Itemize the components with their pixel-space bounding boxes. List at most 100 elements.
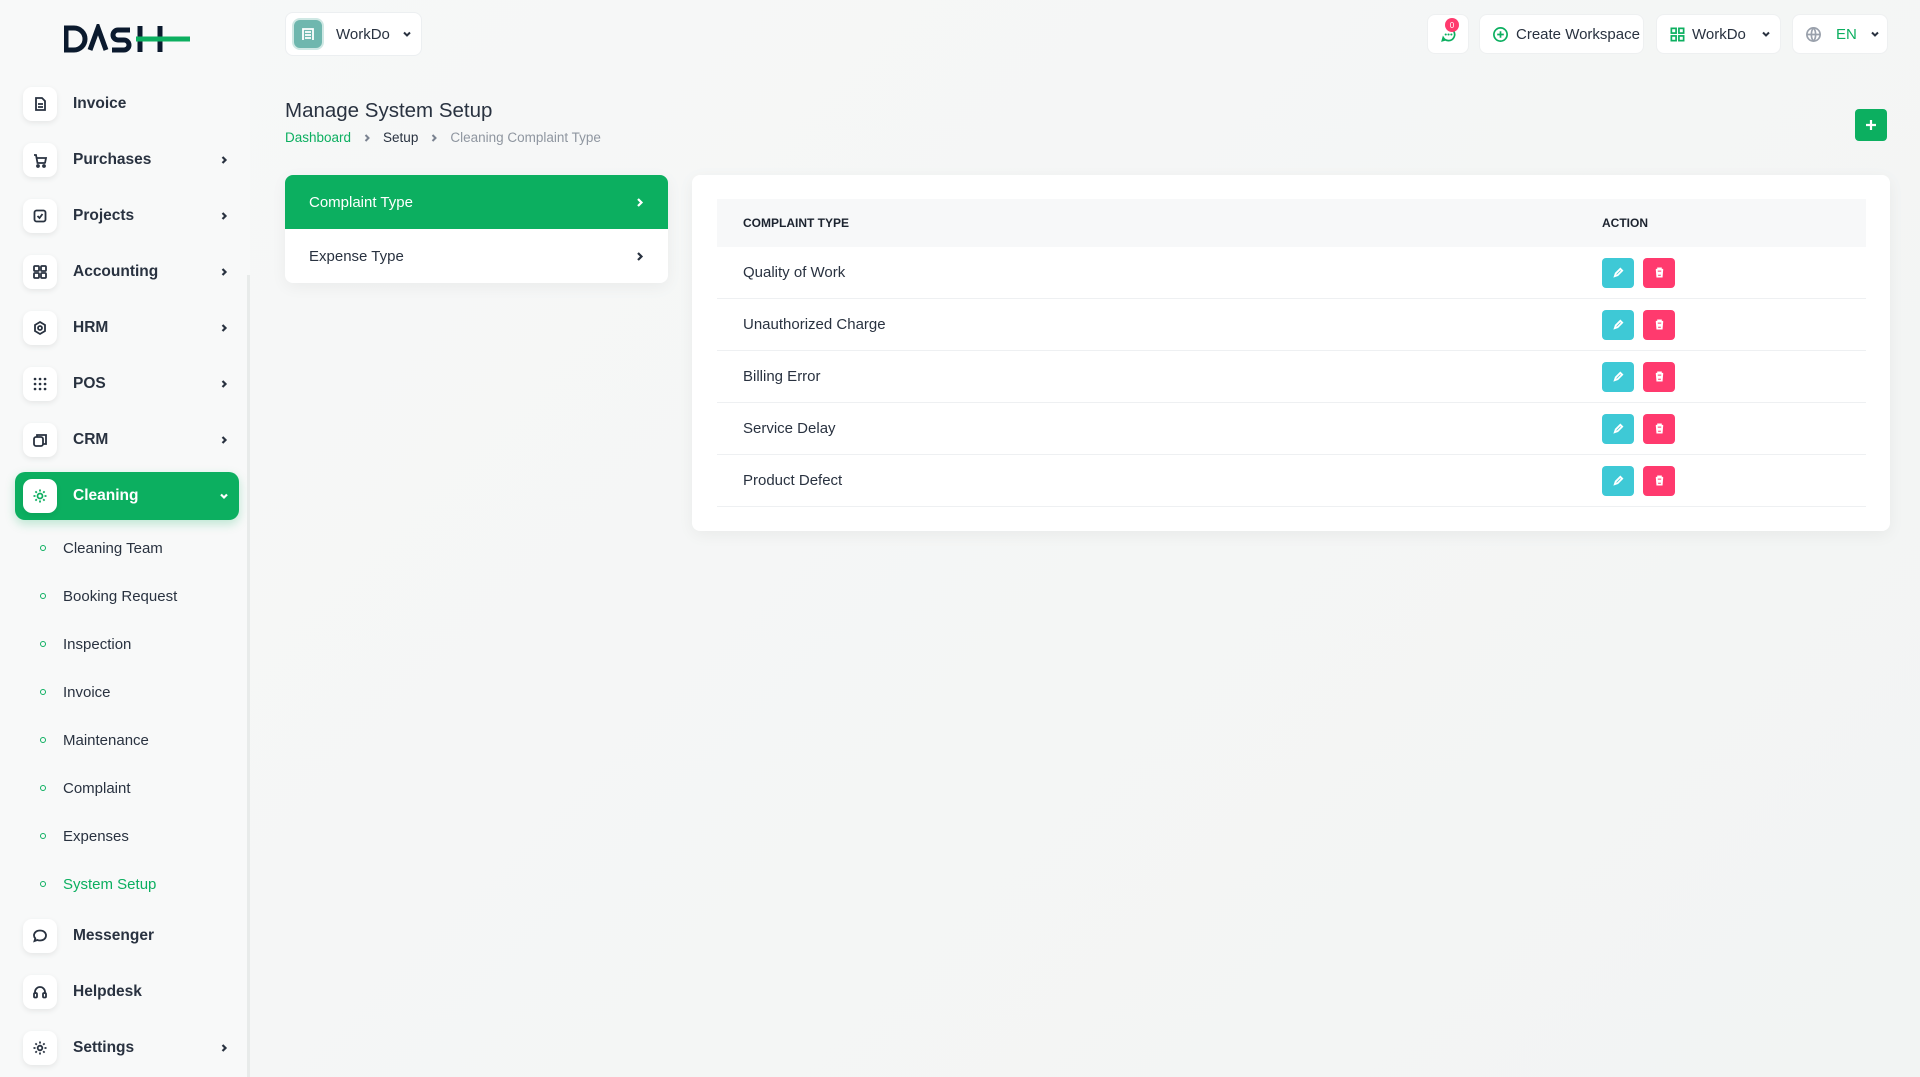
workspace-switcher[interactable]: WorkDo <box>285 12 422 56</box>
dash-logo[interactable] <box>64 24 192 54</box>
sidebar-subitem-inspection[interactable]: Inspection <box>40 629 131 659</box>
sidebar-subitem-complaint[interactable]: Complaint <box>40 773 131 803</box>
sidebar-subitem-maintenance[interactable]: Maintenance <box>40 725 149 755</box>
chevron-right-icon <box>363 133 371 142</box>
plus-icon <box>1866 120 1876 130</box>
table-row: Unauthorized Charge <box>717 299 1866 351</box>
sidebar-item-purchases[interactable]: Purchases <box>15 136 239 184</box>
edit-button[interactable] <box>1602 413 1634 444</box>
sidebar-subitem-invoice[interactable]: Invoice <box>40 677 111 707</box>
add-complaint-type-button[interactable] <box>1855 109 1887 141</box>
setup-item-label: Expense Type <box>309 247 404 265</box>
create-workspace-button[interactable]: Create Workspace <box>1479 14 1644 54</box>
complaint-type-cell: Unauthorized Charge <box>743 316 886 333</box>
workspace-menu-label: WorkDo <box>1692 25 1746 43</box>
setup-item-complaint-type[interactable]: Complaint Type <box>285 175 668 229</box>
delete-button[interactable] <box>1643 309 1675 340</box>
layers-icon <box>23 423 57 457</box>
edit-button[interactable] <box>1602 309 1634 340</box>
delete-button[interactable] <box>1643 465 1675 496</box>
bullet-icon <box>40 593 46 599</box>
create-workspace-label: Create Workspace <box>1516 25 1640 43</box>
table-row: Billing Error <box>717 351 1866 403</box>
sidebar-item-invoice[interactable]: Invoice <box>15 80 239 128</box>
apps-icon <box>1670 27 1685 41</box>
setup-item-expense-type[interactable]: Expense Type <box>285 229 668 283</box>
setup-item-label: Complaint Type <box>309 193 413 211</box>
sidebar-subitem-expenses[interactable]: Expenses <box>40 821 129 851</box>
chevron-right-icon <box>209 154 239 166</box>
breadcrumb-setup: Setup <box>383 130 419 145</box>
edit-button[interactable] <box>1602 257 1634 288</box>
sidebar-item-helpdesk[interactable]: Helpdesk <box>15 968 239 1016</box>
breadcrumb-dashboard[interactable]: Dashboard <box>285 130 351 145</box>
chat-icon <box>23 919 57 953</box>
column-header-action: ACTION <box>1602 216 1648 230</box>
sidebar-item-label: Helpdesk <box>73 983 142 1000</box>
sidebar-subitem-system-setup[interactable]: System Setup <box>40 869 156 899</box>
messages-button[interactable]: 0 <box>1427 14 1469 54</box>
table-row: Quality of Work <box>717 247 1866 299</box>
sidebar-item-pos[interactable]: POS <box>15 360 239 408</box>
sidebar-subitem-booking-request[interactable]: Booking Request <box>40 581 177 611</box>
sidebar-item-projects[interactable]: Projects <box>15 192 239 240</box>
sidebar-item-settings[interactable]: Settings <box>15 1024 239 1072</box>
table-row: Product Defect <box>717 455 1866 507</box>
sidebar-subitem-cleaning-team[interactable]: Cleaning Team <box>40 533 163 563</box>
trash-icon <box>1655 319 1663 330</box>
sidebar-item-label: Cleaning <box>73 487 139 504</box>
sidebar-item-label: Invoice <box>73 95 127 112</box>
sidebar-item-accounting[interactable]: Accounting <box>15 248 239 296</box>
workspace-menu-button[interactable]: WorkDo <box>1656 14 1781 54</box>
breadcrumb-current: Cleaning Complaint Type <box>450 130 601 145</box>
sidebar-item-hrm[interactable]: HRM <box>15 304 239 352</box>
column-header-complaint-type[interactable]: COMPLAINT TYPE <box>717 216 1602 230</box>
sidebar-subitem-label: Invoice <box>63 683 111 701</box>
delete-button[interactable] <box>1643 413 1675 444</box>
language-switcher[interactable]: EN <box>1792 14 1888 54</box>
plus-circle-icon <box>1493 26 1508 42</box>
row-actions <box>1602 309 1675 340</box>
bullet-icon <box>40 737 46 743</box>
globe-icon <box>1806 26 1821 42</box>
sidebar-subitem-label: Expenses <box>63 827 129 845</box>
chevron-right-icon <box>209 378 239 390</box>
workspace-name: WorkDo <box>336 25 390 43</box>
bullet-icon <box>40 545 46 551</box>
chevron-right-icon <box>209 434 239 446</box>
sidebar-scrollbar[interactable] <box>247 275 250 1077</box>
complaint-type-cell: Product Defect <box>743 472 843 489</box>
sidebar-item-label: POS <box>73 375 106 392</box>
complaint-type-cell: Quality of Work <box>743 264 846 281</box>
delete-button[interactable] <box>1643 361 1675 392</box>
page-title: Manage System Setup <box>285 99 493 122</box>
trash-icon <box>1655 423 1663 434</box>
sidebar-subitem-label: Complaint <box>63 779 131 797</box>
hrm-icon <box>23 311 57 345</box>
bullet-icon <box>40 641 46 647</box>
sidebar-item-messenger[interactable]: Messenger <box>15 912 239 960</box>
trash-icon <box>1655 475 1663 486</box>
pencil-icon <box>1612 267 1623 278</box>
notification-badge: 0 <box>1445 18 1459 32</box>
sidebar-item-crm[interactable]: CRM <box>15 416 239 464</box>
sidebar-item-cleaning[interactable]: Cleaning <box>15 472 239 520</box>
file-icon <box>23 87 57 121</box>
sidebar-subitem-label: Maintenance <box>63 731 149 749</box>
edit-button[interactable] <box>1602 361 1634 392</box>
chevron-right-icon <box>637 197 644 207</box>
bullet-icon <box>40 689 46 695</box>
trash-icon <box>1655 267 1663 278</box>
building-icon <box>302 28 314 40</box>
edit-button[interactable] <box>1602 465 1634 496</box>
complaint-type-table: COMPLAINT TYPE ACTION Quality of Work Una… <box>717 199 1866 507</box>
sidebar-item-label: Projects <box>73 207 135 224</box>
chevron-right-icon <box>209 210 239 222</box>
pencil-icon <box>1612 423 1623 434</box>
delete-button[interactable] <box>1643 257 1675 288</box>
complaint-type-cell: Service Delay <box>743 420 836 437</box>
chevron-right-icon <box>637 251 644 261</box>
workspace-avatar <box>292 18 324 50</box>
row-actions <box>1602 257 1675 288</box>
grid-icon <box>23 255 57 289</box>
